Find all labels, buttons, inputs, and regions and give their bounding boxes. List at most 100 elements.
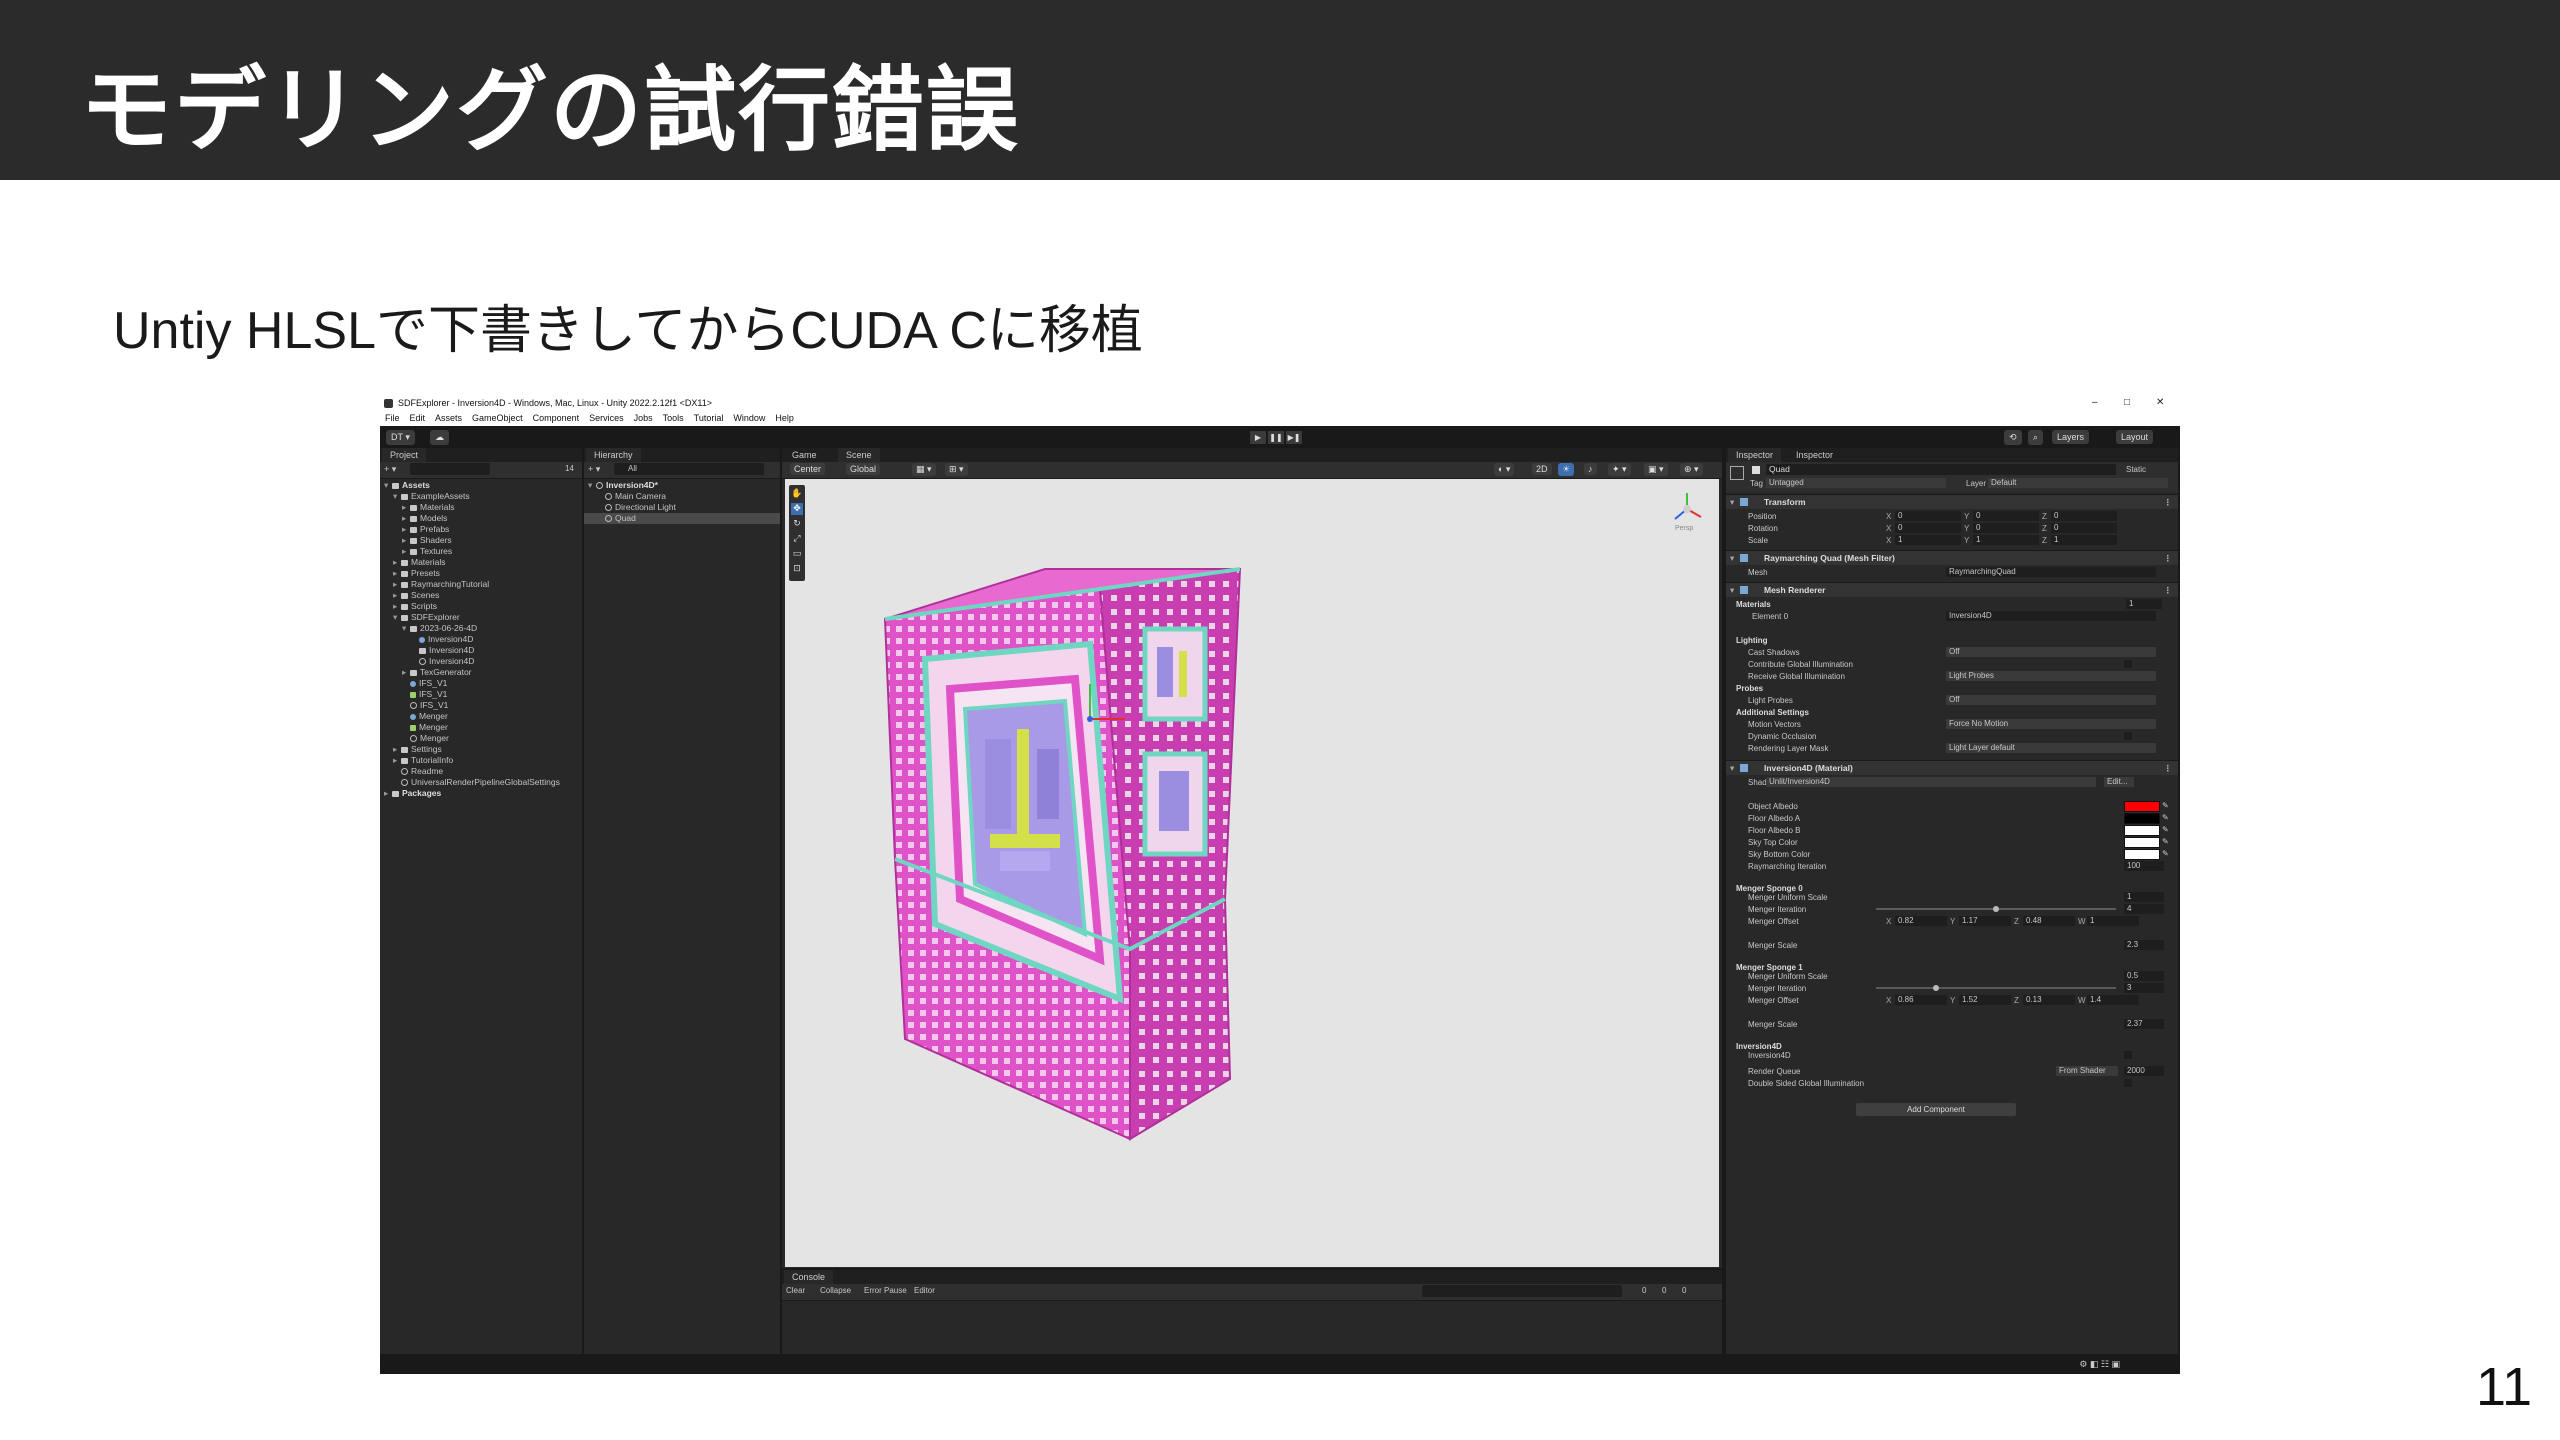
menu-gameobject[interactable]: GameObject bbox=[467, 412, 528, 424]
prop-5-value[interactable]: 100 bbox=[2124, 861, 2164, 871]
inversion-toggle-checkbox[interactable] bbox=[2124, 1051, 2132, 1059]
project-search-input[interactable] bbox=[410, 463, 490, 475]
prop-4-swatch[interactable] bbox=[2124, 849, 2160, 860]
menu-tools[interactable]: Tools bbox=[658, 412, 689, 424]
tree-item[interactable]: Inversion4D bbox=[380, 656, 582, 667]
account-dropdown[interactable]: DT ▾ bbox=[386, 430, 415, 445]
tree-item[interactable]: Quad bbox=[584, 513, 780, 524]
eyedropper-icon[interactable]: ✎ bbox=[2162, 849, 2169, 858]
fold-arrow-icon[interactable]: ▸ bbox=[393, 568, 401, 579]
tab-console[interactable]: Console bbox=[784, 1270, 834, 1284]
tree-item[interactable]: Menger bbox=[380, 722, 582, 733]
menu-help[interactable]: Help bbox=[770, 412, 799, 424]
tree-item[interactable]: ▾ 2023-06-26-4D bbox=[380, 623, 582, 634]
double-sided-gi-checkbox[interactable] bbox=[2124, 1079, 2132, 1087]
transform-position-x-field[interactable]: 0 bbox=[1895, 511, 1961, 521]
light-probes-value[interactable]: Off bbox=[1946, 695, 2156, 705]
cast-shadows-value[interactable]: Off bbox=[1946, 647, 2156, 657]
materials-foldout-value[interactable]: 1 bbox=[2126, 599, 2162, 609]
menu-window[interactable]: Window bbox=[728, 412, 770, 424]
foldout-arrow-icon[interactable]: ▾ bbox=[1730, 553, 1734, 564]
tree-item[interactable]: ▸ Materials bbox=[380, 502, 582, 513]
component-menu-icon[interactable]: ⋮ bbox=[2164, 763, 2173, 774]
tree-item[interactable]: IFS_V1 bbox=[380, 678, 582, 689]
motion-vectors-value[interactable]: Force No Motion bbox=[1946, 719, 2156, 729]
fold-arrow-icon[interactable]: ▸ bbox=[393, 557, 401, 568]
mesh-field-value[interactable]: RaymarchingQuad bbox=[1946, 567, 2156, 577]
menu-assets[interactable]: Assets bbox=[430, 412, 467, 424]
sponge1-iteration-value[interactable]: 3 bbox=[2124, 983, 2164, 993]
foldout-arrow-icon[interactable]: ▾ bbox=[1730, 497, 1734, 508]
tree-item[interactable]: ▸ Shaders bbox=[380, 535, 582, 546]
fold-arrow-icon[interactable]: ▸ bbox=[402, 667, 410, 678]
render-queue-value[interactable]: 2000 bbox=[2124, 1066, 2164, 1076]
tree-item[interactable]: ▸ Materials bbox=[380, 557, 582, 568]
transform-position-y-field[interactable]: 0 bbox=[1973, 511, 2039, 521]
sponge1-scale-value[interactable]: 2.37 bbox=[2124, 1019, 2164, 1029]
foldout-arrow-icon[interactable]: ▾ bbox=[1730, 763, 1734, 774]
active-checkbox[interactable] bbox=[1752, 466, 1760, 474]
tab-game[interactable]: Game bbox=[784, 448, 825, 462]
transform-position-z-field[interactable]: 0 bbox=[2051, 511, 2117, 521]
tree-item[interactable]: Inversion4D bbox=[380, 645, 582, 656]
material-element-0-value[interactable]: Inversion4D bbox=[1946, 611, 2156, 621]
object-name-input[interactable]: Quad bbox=[1766, 464, 2116, 475]
mesh-renderer-component[interactable]: ▾ ⋮ Mesh Renderer bbox=[1726, 582, 2178, 597]
fold-arrow-icon[interactable]: ▾ bbox=[402, 623, 410, 634]
tree-item[interactable]: ▸ Prefabs bbox=[380, 524, 582, 535]
eyedropper-icon[interactable]: ✎ bbox=[2162, 837, 2169, 846]
shader-field-value[interactable]: Unlit/Inversion4D bbox=[1766, 777, 2096, 787]
tree-item[interactable]: ▾ Assets bbox=[380, 480, 582, 491]
sponge1-offset-y-field[interactable]: 1.52 bbox=[1959, 995, 2011, 1005]
sponge0-uniform-scale-value[interactable]: 1 bbox=[2124, 892, 2164, 902]
iteration-slider-knob[interactable] bbox=[1933, 985, 1939, 991]
tree-item[interactable]: ▸ Scripts bbox=[380, 601, 582, 612]
history-icon[interactable]: ⟲ bbox=[2004, 430, 2022, 445]
tree-item[interactable]: ▸ TutorialInfo bbox=[380, 755, 582, 766]
tree-item[interactable]: ▸ Settings bbox=[380, 744, 582, 755]
search-icon[interactable]: ⌕ bbox=[2028, 430, 2044, 445]
fold-arrow-icon[interactable]: ▾ bbox=[393, 491, 401, 502]
fold-arrow-icon[interactable]: ▸ bbox=[402, 546, 410, 557]
sponge0-scale-value[interactable]: 2.3 bbox=[2124, 940, 2164, 950]
tree-item[interactable]: Main Camera bbox=[584, 491, 780, 502]
sponge1-uniform-scale-value[interactable]: 0.5 bbox=[2124, 971, 2164, 981]
tree-item[interactable]: Inversion4D bbox=[380, 634, 582, 645]
menu-tutorial[interactable]: Tutorial bbox=[689, 412, 729, 424]
tree-item[interactable]: Menger bbox=[380, 733, 582, 744]
transform-component[interactable]: ▾ ⋮ Transform bbox=[1726, 494, 2178, 509]
eyedropper-icon[interactable]: ✎ bbox=[2162, 825, 2169, 834]
sponge0-offset-x-field[interactable]: 0.82 bbox=[1895, 916, 1947, 926]
fold-arrow-icon[interactable]: ▸ bbox=[402, 513, 410, 524]
console-error-pause-button[interactable]: Error Pause bbox=[864, 1286, 907, 1295]
maximize-button[interactable]: □ bbox=[2124, 397, 2130, 408]
console-warning-count[interactable]: 0 bbox=[1662, 1286, 1666, 1295]
fold-arrow-icon[interactable]: ▸ bbox=[393, 744, 401, 755]
sponge0-offset-z-field[interactable]: 0.48 bbox=[2023, 916, 2075, 926]
gizmos-dropdown-icon[interactable]: ⊕ ▾ bbox=[1680, 463, 1703, 476]
tree-item[interactable]: ▸ RaymarchingTutorial bbox=[380, 579, 582, 590]
fold-arrow-icon[interactable]: ▸ bbox=[393, 755, 401, 766]
lighting-toggle-icon[interactable]: ☀ bbox=[1558, 463, 1575, 476]
tree-item[interactable]: ▾ SDFExplorer bbox=[380, 612, 582, 623]
tab-inspector-2[interactable]: Inspector bbox=[1788, 448, 1842, 462]
tree-item[interactable]: ▸ Packages bbox=[380, 788, 582, 799]
transform-scale-x-field[interactable]: 1 bbox=[1895, 535, 1961, 545]
console-log-count[interactable]: 0 bbox=[1642, 1286, 1646, 1295]
sponge0-iteration-value[interactable]: 4 bbox=[2124, 904, 2164, 914]
status-icons[interactable]: ⚙ ◧ ☷ ▣ bbox=[2079, 1359, 2120, 1370]
step-button[interactable]: ▶❚ bbox=[1286, 431, 1302, 444]
tab-scene[interactable]: Scene bbox=[838, 448, 880, 462]
console-search-input[interactable] bbox=[1422, 1285, 1622, 1297]
fold-arrow-icon[interactable]: ▸ bbox=[402, 535, 410, 546]
eyedropper-icon[interactable]: ✎ bbox=[2162, 801, 2169, 810]
component-menu-icon[interactable]: ⋮ bbox=[2164, 497, 2173, 508]
fold-arrow-icon[interactable]: ▾ bbox=[588, 480, 596, 491]
layers-dropdown[interactable]: Layers bbox=[2052, 430, 2090, 444]
component-menu-icon[interactable]: ⋮ bbox=[2164, 553, 2173, 564]
prop-0-swatch[interactable] bbox=[2124, 801, 2160, 812]
render-queue-mode-dropdown[interactable]: From Shader bbox=[2056, 1066, 2118, 1076]
snap-increment-icon[interactable]: ⊞ ▾ bbox=[945, 463, 968, 476]
sponge0-offset-w-field[interactable]: 1 bbox=[2087, 916, 2139, 926]
menu-jobs[interactable]: Jobs bbox=[629, 412, 658, 424]
